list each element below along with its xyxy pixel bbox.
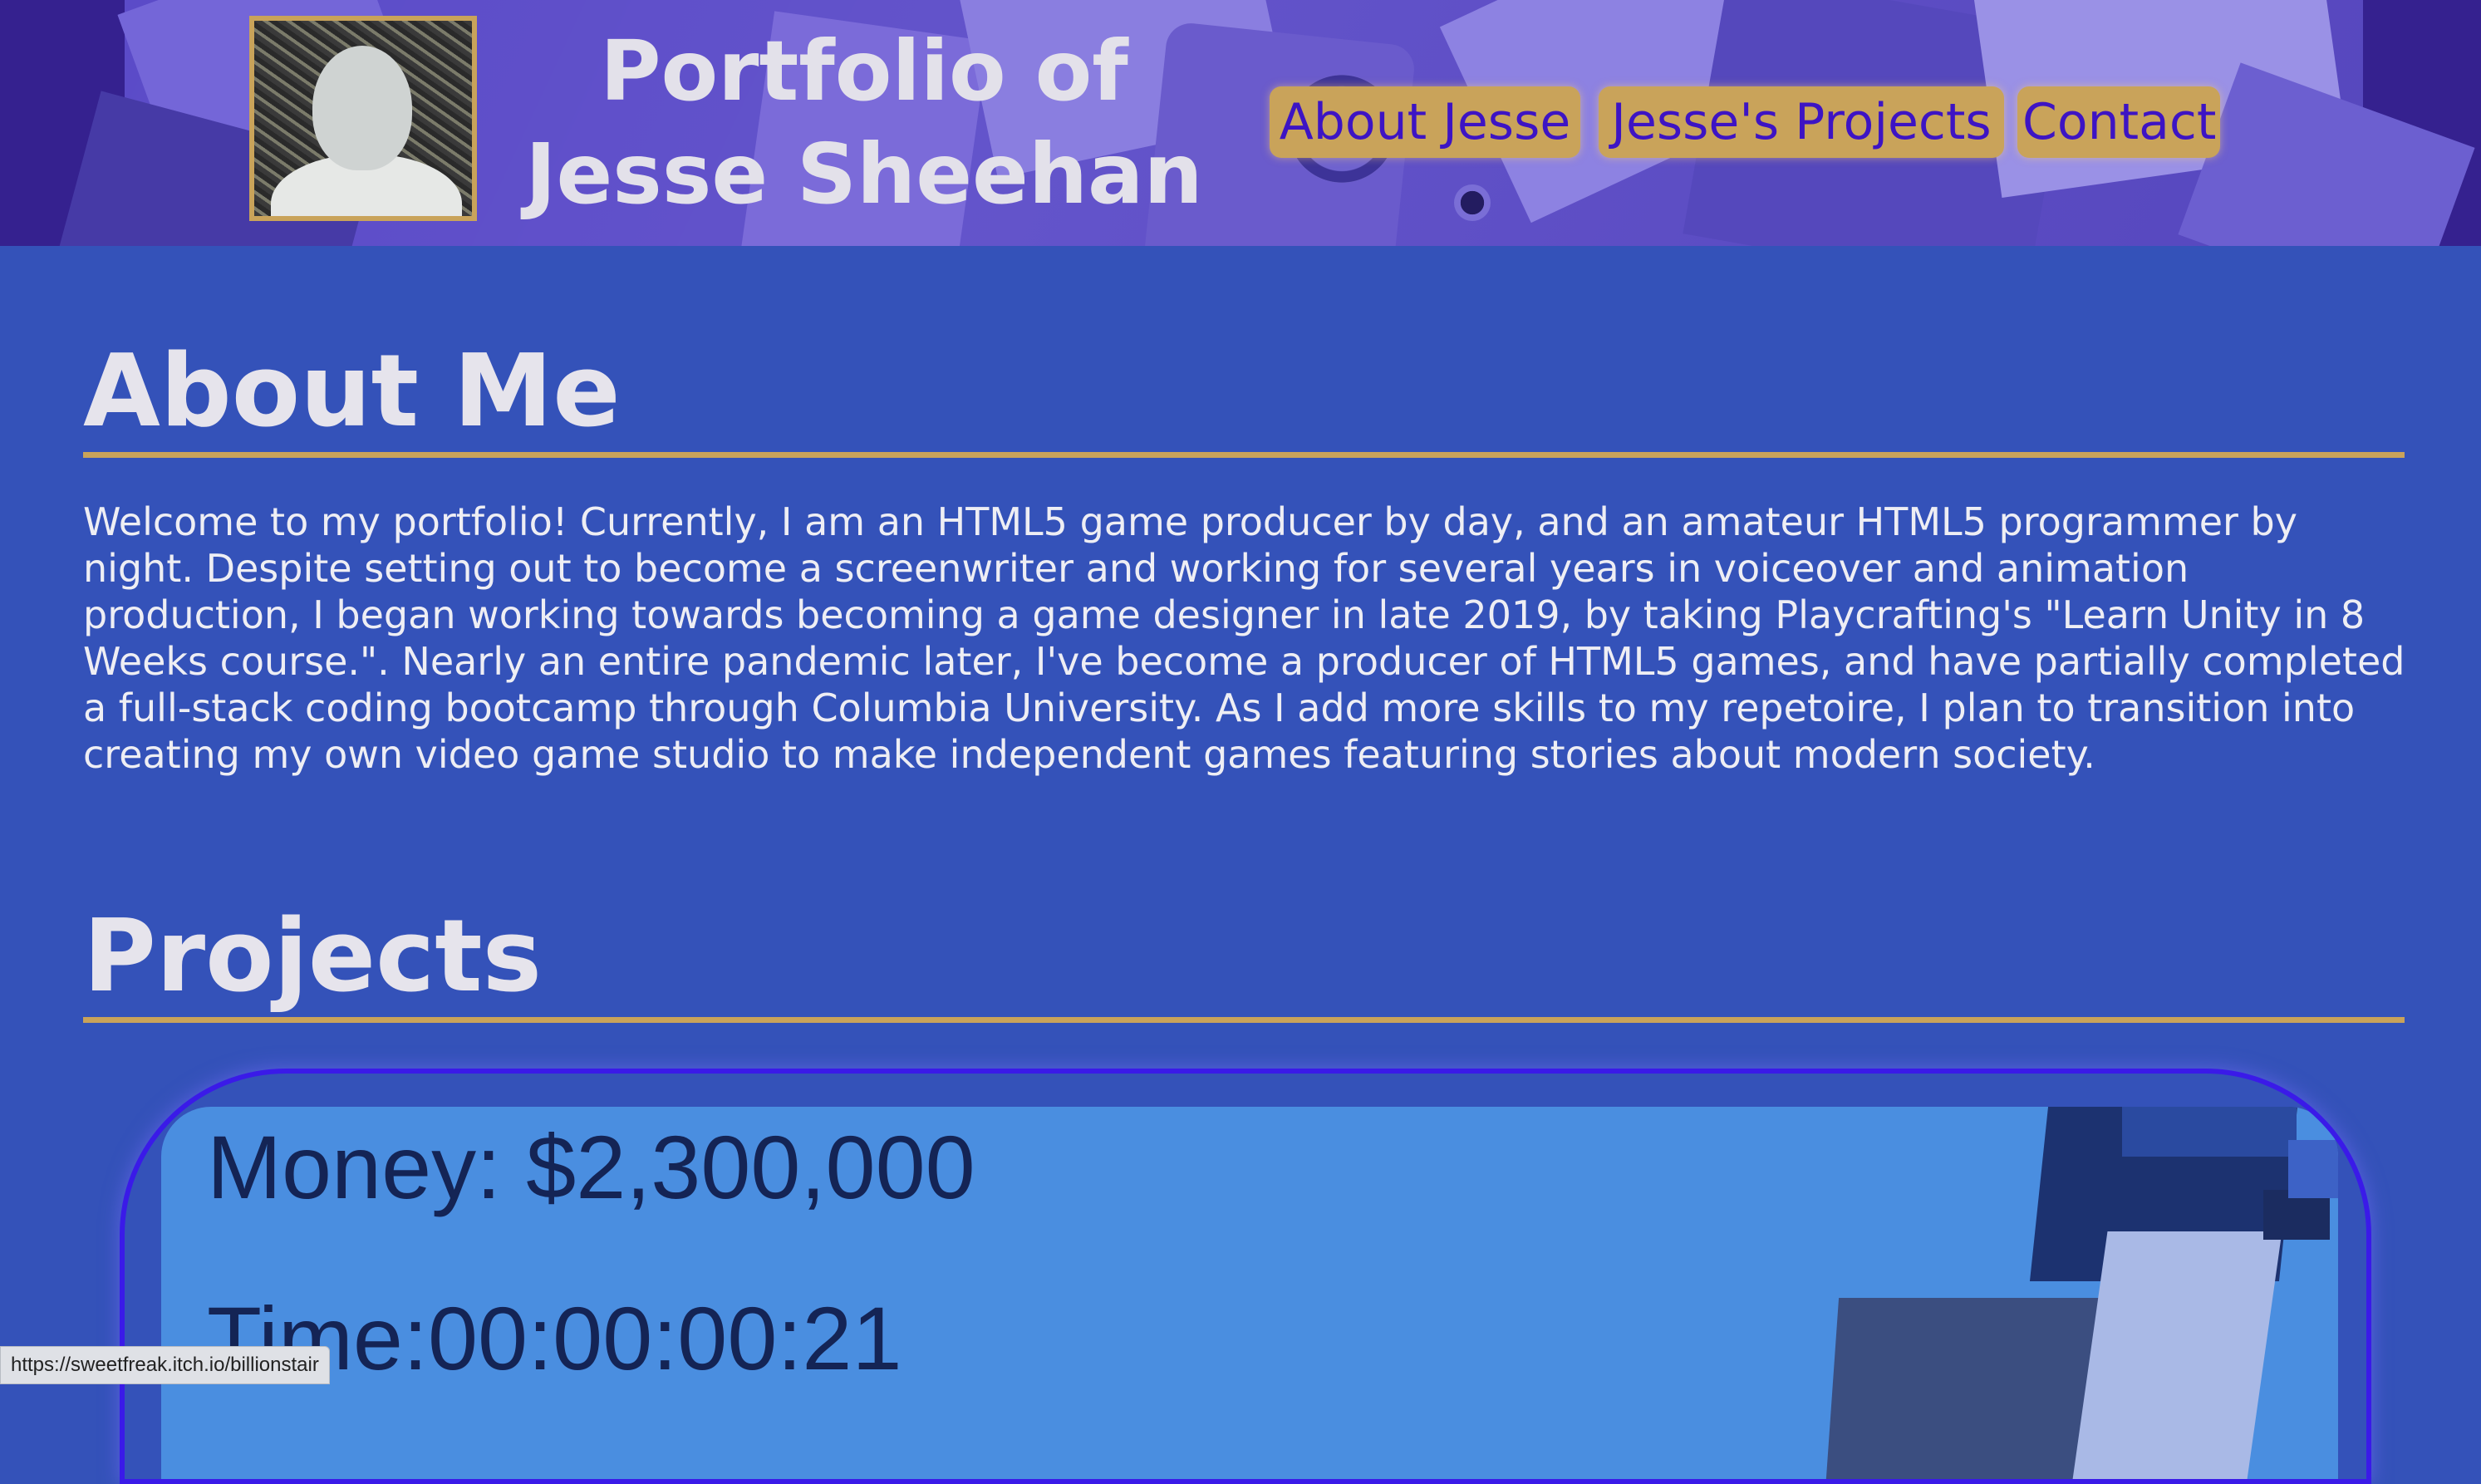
site-title: Portfolio of Jesse Sheehan [482,20,1246,226]
link-status-bar: https://sweetfreak.itch.io/billionstair [0,1346,330,1384]
game-money-readout: Money: $2,300,000 [207,1117,975,1217]
nav-about-jesse[interactable]: About Jesse [1270,86,1580,158]
projects-divider [83,1017,2405,1023]
project-card-billionstair[interactable]: Money: $2,300,000 Time:00:00:00:21 [120,1069,2371,1484]
site-title-line1: Portfolio of [600,22,1128,120]
about-paragraph: Welcome to my portfolio! Currently, I am… [83,499,2405,777]
about-heading: About Me [83,334,621,450]
main-content: About Me Welcome to my portfolio! Curren… [0,246,2481,1484]
avatar [249,16,477,221]
site-header: Portfolio of Jesse Sheehan About Jesse J… [0,0,2481,246]
project-screenshot: Money: $2,300,000 Time:00:00:00:21 [161,1107,2338,1479]
nav-jesses-projects[interactable]: Jesse's Projects [1599,86,2004,158]
projects-heading: Projects [83,899,543,1015]
site-title-line2: Jesse Sheehan [525,125,1203,223]
about-divider [83,452,2405,458]
nav-contact[interactable]: Contact [2017,86,2220,158]
